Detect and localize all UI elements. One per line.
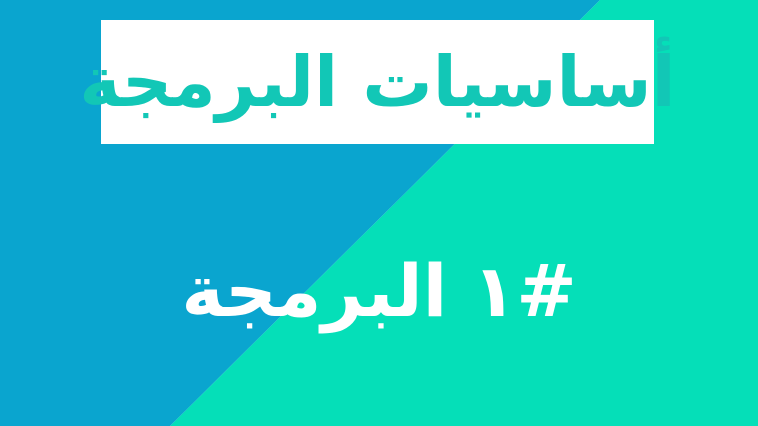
banner-subtitle: #١ البرمجة — [181, 249, 577, 333]
title-box: أساسيات البرمجة — [79, 20, 676, 144]
banner-title: أساسيات البرمجة — [79, 41, 676, 123]
subtitle-container: #١ البرمجة — [0, 246, 758, 336]
course-banner: أساسيات البرمجة #١ البرمجة — [0, 0, 758, 426]
